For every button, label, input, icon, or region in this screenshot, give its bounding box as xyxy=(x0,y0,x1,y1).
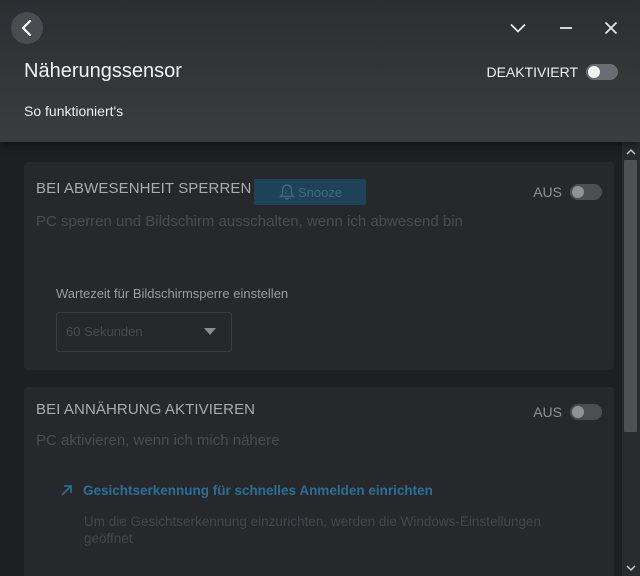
card-title: BEI ABWESENHEIT SPERREN xyxy=(36,180,252,197)
caret-down-icon xyxy=(204,328,216,335)
close-button[interactable] xyxy=(597,14,625,42)
app-header: Näherungssensor DEAKTIVIERT So funktioni… xyxy=(0,0,640,142)
wait-time-value: 60 Sekunden xyxy=(66,324,143,339)
lock-when-away-card: BEI ABWESENHEIT SPERREN z Snooze AUS PC … xyxy=(24,162,614,370)
wait-time-dropdown[interactable]: 60 Sekunden xyxy=(56,312,232,352)
toggle-knob xyxy=(572,406,584,418)
settings-scroll-area: BEI ABWESENHEIT SPERREN z Snooze AUS PC … xyxy=(0,142,622,576)
wake-on-approach-card: BEI ANNÄHRUNG AKTIVIEREN AUS PC aktivier… xyxy=(24,387,614,576)
snooze-bell-icon: z xyxy=(278,184,295,200)
vertical-scrollbar[interactable] xyxy=(622,142,640,576)
scrollbar-thumb[interactable] xyxy=(624,160,637,432)
snooze-button[interactable]: z Snooze xyxy=(254,179,366,205)
wait-time-label: Wartezeit für Bildschirmsperre einstelle… xyxy=(56,286,289,301)
close-icon xyxy=(604,21,618,35)
external-link-arrow-icon xyxy=(61,485,72,496)
state-label: AUS xyxy=(533,404,562,420)
face-recognition-link-label: Gesichtserkennung für schnelles Anmelden… xyxy=(83,483,433,498)
chevron-down-icon xyxy=(510,23,526,33)
how-it-works-link[interactable]: So funktioniert's xyxy=(24,103,123,119)
collapse-button[interactable] xyxy=(504,14,532,42)
face-recognition-note: Um die Gesichtserkennung einzurichten, w… xyxy=(84,514,541,546)
page-title: Näherungssensor xyxy=(24,60,182,82)
minimize-button[interactable] xyxy=(552,14,580,42)
master-toggle[interactable] xyxy=(586,64,618,80)
card-title: BEI ANNÄHRUNG AKTIVIEREN xyxy=(36,401,256,418)
card-description: PC sperren und Bildschirm ausschalten, w… xyxy=(36,213,463,230)
scroll-up-arrow-icon xyxy=(626,148,636,155)
scroll-up-button[interactable] xyxy=(622,143,640,159)
toggle-knob xyxy=(572,186,584,198)
toggle-knob xyxy=(588,66,600,78)
back-arrow-icon xyxy=(21,20,32,36)
card-description: PC aktivieren, wenn ich mich nähere xyxy=(36,432,280,449)
minimize-icon xyxy=(560,27,572,29)
lock-when-away-toggle[interactable] xyxy=(570,184,602,200)
scroll-down-button[interactable] xyxy=(622,560,640,576)
scroll-down-arrow-icon xyxy=(626,564,636,571)
state-label: AUS xyxy=(533,184,562,200)
snooze-label: Snooze xyxy=(297,184,343,200)
svg-text:z: z xyxy=(284,189,287,196)
back-button[interactable] xyxy=(11,12,43,44)
wake-on-approach-toggle[interactable] xyxy=(570,404,602,420)
master-state-label: DEAKTIVIERT xyxy=(486,64,578,80)
face-recognition-link[interactable]: Gesichtserkennung für schnelles Anmelden… xyxy=(60,483,433,498)
